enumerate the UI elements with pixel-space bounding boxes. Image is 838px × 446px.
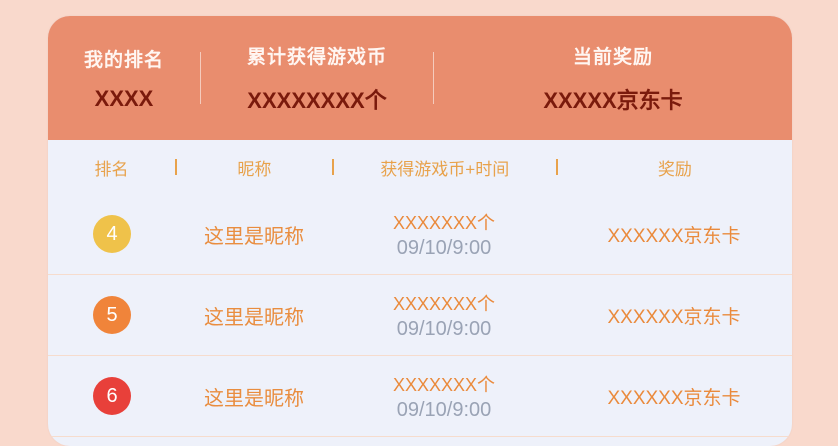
nickname: 这里是昵称 <box>204 225 304 248</box>
coins-amount: XXXXXXX个 <box>392 374 496 395</box>
timestamp: 09/10/9:00 <box>396 398 492 421</box>
reward: XXXXXX京东卡 <box>607 387 741 409</box>
header-rank: 排名 <box>94 159 129 179</box>
table-row: 5 这里是昵称 XXXXXXX个 09/10/9:00 XXXXXX京东卡 <box>48 275 792 356</box>
nickname: 这里是昵称 <box>204 306 304 329</box>
current-reward-block: 当前奖励 XXXXX京东卡 <box>434 42 792 115</box>
table-row: 4 这里是昵称 XXXXXXX个 09/10/9:00 XXXXXX京东卡 <box>48 194 792 275</box>
total-coins-block: 累计获得游戏币 XXXXXXXX个 <box>201 42 433 115</box>
ranking-list: 4 这里是昵称 XXXXXXX个 09/10/9:00 XXXXXX京东卡 5 … <box>48 194 792 437</box>
my-rank-value: XXXX <box>94 85 154 111</box>
my-summary-banner: 我的排名 XXXX 累计获得游戏币 XXXXXXXX个 当前奖励 XXXXX京东… <box>48 16 792 140</box>
rank-badge: 4 <box>93 215 131 253</box>
timestamp: 09/10/9:00 <box>396 317 492 340</box>
rank-cell: 5 <box>48 296 176 334</box>
coins-amount: XXXXXXX个 <box>392 212 496 233</box>
my-rank-block: 我的排名 XXXX <box>48 45 200 112</box>
header-reward: 奖励 <box>657 159 692 179</box>
total-coins-label: 累计获得游戏币 <box>246 46 387 68</box>
total-coins-value: XXXXXXXX个 <box>247 87 387 113</box>
my-rank-label: 我的排名 <box>83 49 164 71</box>
table-header: 排名 昵称 获得游戏币+时间 奖励 <box>48 140 792 194</box>
reward: XXXXXX京东卡 <box>607 306 741 328</box>
ranking-card: 我的排名 XXXX 累计获得游戏币 XXXXXXXX个 当前奖励 XXXXX京东… <box>48 16 792 446</box>
coins-time-cell: XXXXXXX个 09/10/9:00 <box>332 371 556 422</box>
table-row: 6 这里是昵称 XXXXXXX个 09/10/9:00 XXXXXX京东卡 <box>48 356 792 437</box>
coins-amount: XXXXXXX个 <box>392 293 496 314</box>
rank-cell: 4 <box>48 215 176 253</box>
nickname: 这里是昵称 <box>204 387 304 410</box>
coins-time-cell: XXXXXXX个 09/10/9:00 <box>332 209 556 260</box>
rank-badge: 5 <box>93 296 131 334</box>
header-coins-time: 获得游戏币+时间 <box>380 159 510 179</box>
timestamp: 09/10/9:00 <box>396 236 492 259</box>
coins-time-cell: XXXXXXX个 09/10/9:00 <box>332 290 556 341</box>
reward: XXXXXX京东卡 <box>607 225 741 247</box>
current-reward-label: 当前奖励 <box>572 46 653 68</box>
rank-badge: 6 <box>93 377 131 415</box>
header-nickname: 昵称 <box>237 159 272 179</box>
rank-cell: 6 <box>48 377 176 415</box>
current-reward-value: XXXXX京东卡 <box>543 87 683 113</box>
